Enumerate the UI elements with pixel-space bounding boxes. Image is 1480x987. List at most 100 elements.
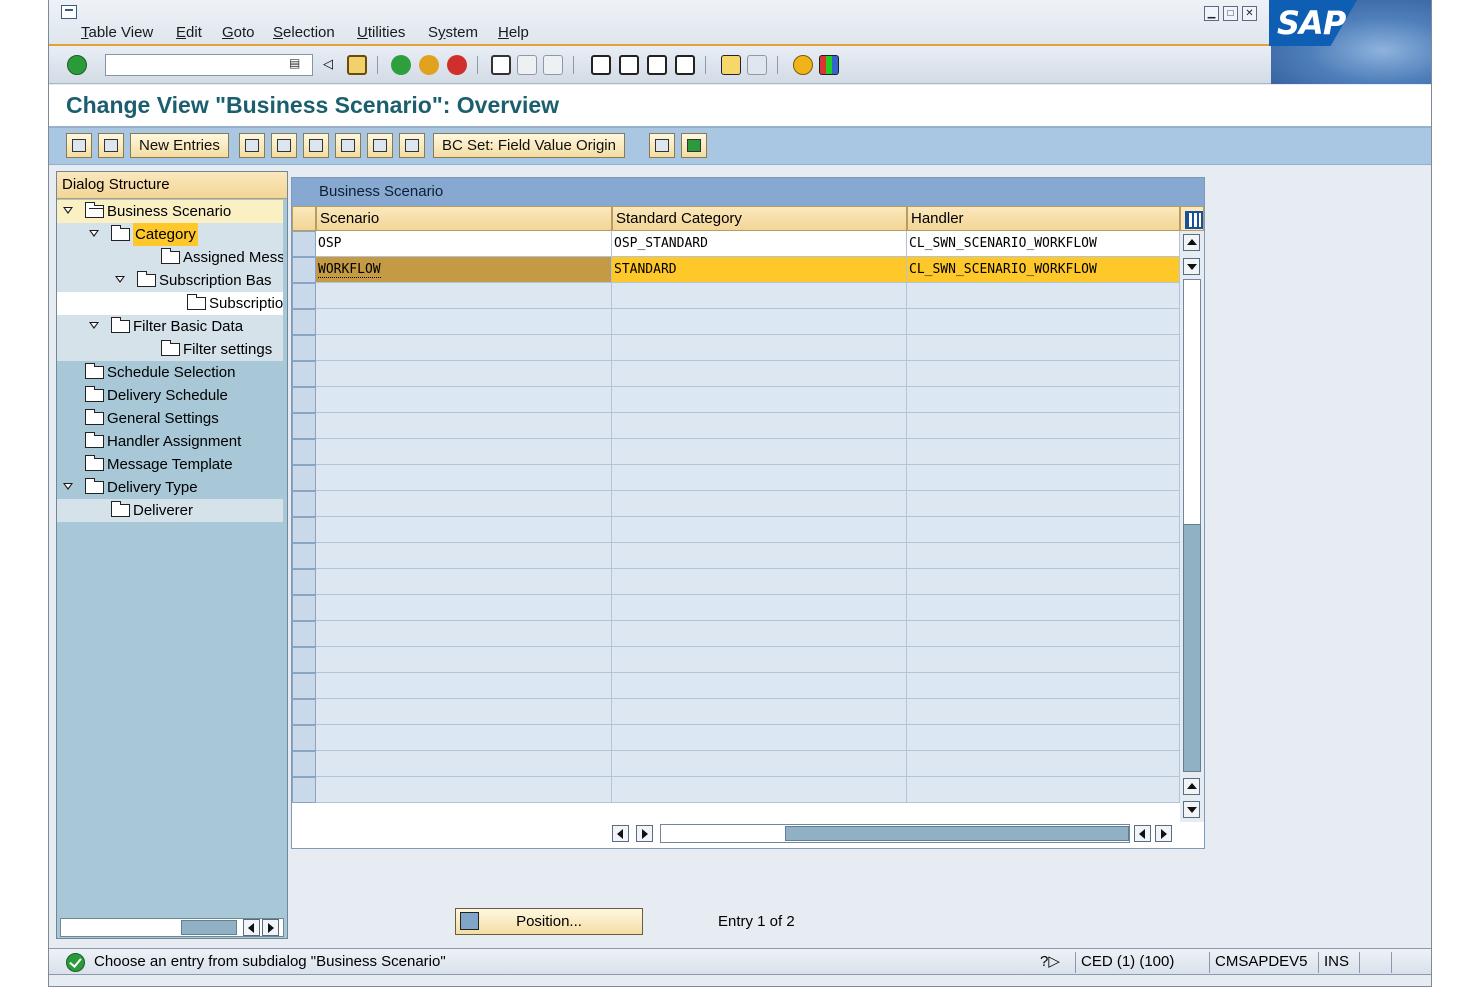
- table-row[interactable]: WORKFLOW STANDARD CL_SWN_SCENARIO_WORKFLOW: [292, 257, 1180, 283]
- tree-node-category[interactable]: Category: [57, 223, 283, 246]
- table-row[interactable]: OSP OSP_STANDARD CL_SWN_SCENARIO_WORKFLOW: [292, 231, 1180, 257]
- deselect-all-icon[interactable]: [399, 133, 425, 158]
- tree-node-deliverer[interactable]: Deliverer: [57, 499, 283, 522]
- table-row-empty[interactable]: [292, 569, 1180, 595]
- horizontal-scroll-thumb[interactable]: [785, 826, 1129, 841]
- expand-triangle-icon[interactable]: [89, 230, 99, 237]
- table-row-empty[interactable]: [292, 777, 1180, 803]
- copy-as-icon[interactable]: [239, 133, 265, 158]
- select-all-rows-button[interactable]: [292, 206, 316, 231]
- table-row-empty[interactable]: [292, 595, 1180, 621]
- table-row-empty[interactable]: [292, 387, 1180, 413]
- back-arrow-small-icon[interactable]: ◁: [323, 55, 335, 75]
- table-row-empty[interactable]: [292, 543, 1180, 569]
- menu-system[interactable]: System: [428, 24, 478, 41]
- display-icon[interactable]: [98, 133, 124, 158]
- row-selector-button[interactable]: [292, 465, 316, 491]
- row-selector-button[interactable]: [292, 439, 316, 465]
- scroll-left-icon[interactable]: [243, 919, 260, 936]
- row-selector-button[interactable]: [292, 751, 316, 777]
- display-change-icon[interactable]: [66, 133, 92, 158]
- tree-scroll-thumb[interactable]: [181, 920, 237, 935]
- help-icon[interactable]: [793, 55, 813, 75]
- tree-node-handler-assignment[interactable]: Handler Assignment: [57, 430, 283, 453]
- cell-category[interactable]: OSP_STANDARD: [612, 231, 907, 257]
- scroll-prev-column-icon[interactable]: [636, 825, 653, 842]
- cell-scenario[interactable]: OSP: [316, 231, 612, 257]
- select-block-icon[interactable]: [367, 133, 393, 158]
- position-button[interactable]: Position...: [455, 908, 643, 935]
- tree-node-message-template[interactable]: Message Template: [57, 453, 283, 476]
- row-selector-button[interactable]: [292, 283, 316, 309]
- print-field-list-icon[interactable]: [649, 133, 675, 158]
- customize-layout-icon[interactable]: [819, 55, 839, 75]
- scroll-page-up-icon[interactable]: [1183, 778, 1200, 795]
- status-info-icon[interactable]: ?▷: [1035, 952, 1065, 973]
- table-row-empty[interactable]: [292, 647, 1180, 673]
- menu-utilities[interactable]: Utilities: [357, 24, 405, 41]
- next-page-icon[interactable]: [647, 55, 667, 75]
- row-selector-button[interactable]: [292, 569, 316, 595]
- command-history-icon[interactable]: ▤: [289, 56, 300, 70]
- system-info[interactable]: CED (1) (100): [1075, 952, 1179, 973]
- menu-table-view[interactable]: Table View: [81, 24, 153, 41]
- row-selector-button[interactable]: [292, 777, 316, 803]
- tree-node-subscription[interactable]: Subscription :: [57, 292, 283, 315]
- column-header-scenario[interactable]: Scenario: [316, 206, 612, 231]
- row-selector-button[interactable]: [292, 231, 316, 257]
- scroll-page-down-icon[interactable]: [1183, 801, 1200, 818]
- row-selector-button[interactable]: [292, 621, 316, 647]
- previous-page-icon[interactable]: [619, 55, 639, 75]
- close-window-button[interactable]: ✕: [1242, 6, 1257, 21]
- table-row-empty[interactable]: [292, 751, 1180, 777]
- scroll-down-icon[interactable]: [1183, 258, 1200, 275]
- bc-set-field-value-origin-button[interactable]: BC Set: Field Value Origin: [433, 133, 625, 158]
- create-session-icon[interactable]: [721, 55, 741, 75]
- tree-node-subscription-bas[interactable]: Subscription Bas: [57, 269, 283, 292]
- tree-node-schedule-selection[interactable]: Schedule Selection: [57, 361, 283, 384]
- scroll-up-icon[interactable]: [1183, 234, 1200, 251]
- table-row-empty[interactable]: [292, 491, 1180, 517]
- row-selector-button[interactable]: [292, 413, 316, 439]
- tree-horizontal-scrollbar[interactable]: [60, 918, 284, 937]
- menu-help[interactable]: Help: [498, 24, 529, 41]
- row-selector-button[interactable]: [292, 361, 316, 387]
- table-row-empty[interactable]: [292, 283, 1180, 309]
- table-row-empty[interactable]: [292, 673, 1180, 699]
- table-row-empty[interactable]: [292, 309, 1180, 335]
- table-settings-icon[interactable]: [1180, 206, 1204, 231]
- tree-node-business-scenario[interactable]: Business Scenario: [57, 200, 283, 223]
- row-selector-button[interactable]: [292, 309, 316, 335]
- table-row-empty[interactable]: [292, 361, 1180, 387]
- system-menu-icon[interactable]: [61, 5, 77, 19]
- find-next-icon[interactable]: [543, 55, 563, 75]
- tree-node-assigned-messa[interactable]: Assigned Messa: [57, 246, 283, 269]
- expand-triangle-icon[interactable]: [115, 276, 125, 283]
- horizontal-scroll-track[interactable]: [660, 824, 1130, 843]
- scroll-first-column-icon[interactable]: [612, 825, 629, 842]
- scroll-right-icon[interactable]: [262, 919, 279, 936]
- table-row-empty[interactable]: [292, 335, 1180, 361]
- cell-handler[interactable]: CL_SWN_SCENARIO_WORKFLOW: [907, 231, 1180, 257]
- undo-change-icon[interactable]: [303, 133, 329, 158]
- row-selector-button[interactable]: [292, 595, 316, 621]
- tree-node-filter-basic-data[interactable]: Filter Basic Data: [57, 315, 283, 338]
- cell-scenario[interactable]: WORKFLOW: [316, 257, 612, 283]
- row-selector-button[interactable]: [292, 491, 316, 517]
- insert-mode[interactable]: INS: [1318, 952, 1354, 973]
- cancel-icon[interactable]: [447, 55, 467, 75]
- table-row-empty[interactable]: [292, 517, 1180, 543]
- menu-selection[interactable]: Selection: [273, 24, 335, 41]
- resize-grip-icon[interactable]: [1391, 952, 1431, 973]
- tree-node-general-settings[interactable]: General Settings: [57, 407, 283, 430]
- row-selector-button[interactable]: [292, 699, 316, 725]
- row-selector-button[interactable]: [292, 387, 316, 413]
- scroll-left-icon[interactable]: [1134, 825, 1151, 842]
- row-selector-button[interactable]: [292, 647, 316, 673]
- cell-category[interactable]: STANDARD: [612, 257, 907, 283]
- expand-triangle-icon[interactable]: [63, 483, 73, 490]
- last-page-icon[interactable]: [675, 55, 695, 75]
- tree-node-delivery-schedule[interactable]: Delivery Schedule: [57, 384, 283, 407]
- tree-node-filter-settings[interactable]: Filter settings: [57, 338, 283, 361]
- scroll-right-icon[interactable]: [1155, 825, 1172, 842]
